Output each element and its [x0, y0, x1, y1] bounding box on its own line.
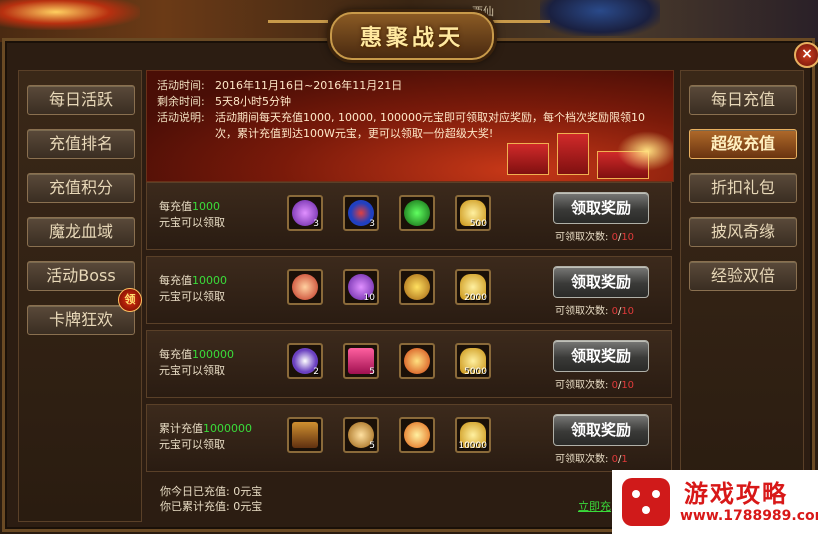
menu-card-carnival[interactable]: 卡牌狂欢	[27, 305, 135, 335]
exp-icon[interactable]	[399, 417, 435, 453]
golden-scroll-icon[interactable]: 5	[343, 417, 379, 453]
claim-reward-button[interactable]: 领取奖励	[553, 192, 649, 224]
tab-discount-pack[interactable]: 折扣礼包	[689, 173, 797, 203]
recharge-now-link[interactable]: 立即充	[578, 498, 611, 514]
fire-effect	[0, 0, 140, 30]
tier-requirement: 每充值1000 元宝可以领取	[159, 200, 225, 229]
right-menu: 每日充值 超级充值 折扣礼包 披风奇缘 经验双倍	[680, 70, 804, 522]
claim-count: 可领取次数: 0/10	[555, 380, 635, 391]
gift-box-decor	[557, 133, 589, 175]
recharge-totals: 你今日已充值: 0元宝 你已累计充值: 0元宝	[160, 484, 262, 514]
event-banner: 活动时间: 2016年11月16日~2016年11月21日 剩余时间: 5天8小时5…	[146, 70, 674, 182]
star-burst-icon[interactable]: 2	[287, 343, 323, 379]
reward-tier: 每充值10000 元宝可以领取 10 2000 领取奖励 可领取次数: 0/10	[146, 256, 672, 324]
tier-requirement: 每充值100000 元宝可以领取	[159, 348, 234, 377]
claim-reward-button[interactable]: 领取奖励	[553, 340, 649, 372]
treasure-chest-icon[interactable]	[287, 417, 323, 453]
reward-tier: 累计充值1000000 元宝可以领取 5 10000 领取奖励 可领取次数: 0/…	[146, 404, 672, 472]
menu-dragon-realm[interactable]: 魔龙血域	[27, 217, 135, 247]
tab-double-exp[interactable]: 经验双倍	[689, 261, 797, 291]
event-remaining: 剩余时间: 5天8小时5分钟	[157, 95, 291, 108]
tab-super-recharge[interactable]: 超级充值	[689, 129, 797, 159]
event-description-cont: 次，累计充值到达100W元宝，更可以领取一份超级大奖!	[215, 127, 494, 140]
tab-daily-recharge[interactable]: 每日充值	[689, 85, 797, 115]
close-button[interactable]: ×	[794, 42, 818, 68]
gold-ingot-icon[interactable]: 2000	[455, 269, 491, 305]
event-time: 活动时间: 2016年11月16日~2016年11月21日	[157, 79, 403, 92]
gold-ingot-icon[interactable]: 5000	[455, 343, 491, 379]
gift-box-icon[interactable]: 5	[343, 343, 379, 379]
menu-recharge-points[interactable]: 充值积分	[27, 173, 135, 203]
claim-count: 可领取次数: 0/10	[555, 306, 635, 317]
menu-event-boss[interactable]: 活动Boss	[27, 261, 135, 291]
gold-medal-icon[interactable]	[399, 269, 435, 305]
fire-orb-icon[interactable]	[399, 343, 435, 379]
tab-cloak-event[interactable]: 披风奇缘	[689, 217, 797, 247]
purple-gem-icon[interactable]: 3	[287, 195, 323, 231]
title-ornament-left	[268, 20, 328, 47]
light-decor	[617, 131, 673, 171]
blue-orb-icon[interactable]: 3	[343, 195, 379, 231]
menu-daily-active[interactable]: 每日活跃	[27, 85, 135, 115]
window-title: 惠聚战天	[359, 25, 464, 51]
watermark: 游戏攻略 www.1788989.com	[612, 470, 818, 534]
feather-fan-icon[interactable]	[287, 269, 323, 305]
gift-box-decor	[507, 143, 549, 175]
reward-tier: 每充值100000 元宝可以领取 2 5 5000 领取奖励 可领取次数: 0/1…	[146, 330, 672, 398]
reward-tier: 每充值1000 元宝可以领取 3 3 500 领取奖励 可领取次数: 0/10	[146, 182, 672, 250]
claim-count: 可领取次数: 0/1	[555, 454, 628, 465]
total-recharge: 你已累计充值: 0元宝	[160, 500, 263, 513]
menu-recharge-ranking[interactable]: 充值排名	[27, 129, 135, 159]
purple-gem-icon[interactable]: 10	[343, 269, 379, 305]
green-rune-icon[interactable]	[399, 195, 435, 231]
claim-count: 可领取次数: 0/10	[555, 232, 635, 243]
tier-requirement: 每充值10000 元宝可以领取	[159, 274, 227, 303]
claim-badge-icon: 领	[118, 288, 142, 312]
claim-reward-button[interactable]: 领取奖励	[553, 266, 649, 298]
tier-requirement: 累计充值1000000 元宝可以领取	[159, 422, 252, 451]
character-figure	[540, 0, 660, 36]
watermark-title: 游戏攻略	[684, 480, 788, 508]
claim-reward-button[interactable]: 领取奖励	[553, 414, 649, 446]
gold-ingot-icon[interactable]: 10000	[455, 417, 491, 453]
watermark-url: www.1788989.com	[680, 508, 818, 524]
event-description: 活动说明: 活动期间每天充值1000, 10000, 100000元宝即可领取对应…	[157, 111, 645, 124]
window-title-plate: 惠聚战天	[330, 12, 494, 60]
gold-ingot-icon[interactable]: 500	[455, 195, 491, 231]
today-recharge: 你今日已充值: 0元宝	[160, 485, 263, 498]
title-ornament-right	[490, 20, 550, 47]
gamepad-logo-icon	[622, 478, 670, 526]
